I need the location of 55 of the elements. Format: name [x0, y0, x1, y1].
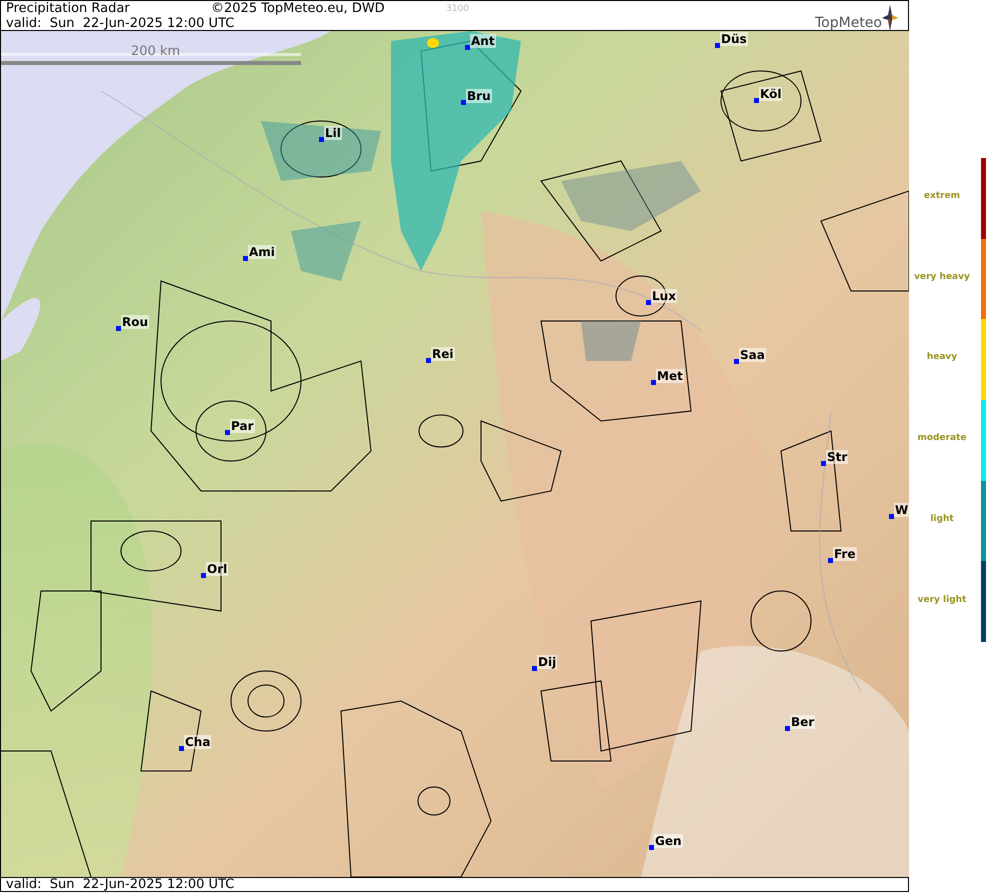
city-label: Fre — [833, 547, 856, 561]
legend-label: very light — [916, 594, 968, 604]
valid-time: valid: Sun 22-Jun-2025 12:00 UTC — [6, 16, 234, 31]
city-label: Orl — [206, 562, 228, 576]
city-label: Str — [826, 450, 848, 464]
city-marker-icon — [821, 461, 826, 466]
copyright-text: ©2025 TopMeteo.eu, DWD — [211, 1, 386, 16]
city-marker-icon — [715, 43, 720, 48]
city-marker-icon — [426, 358, 431, 363]
city-marker-icon — [828, 558, 833, 563]
city-label: Par — [230, 419, 254, 433]
city-label: Dij — [537, 655, 558, 669]
city-marker-icon — [649, 845, 654, 850]
scale-bar-icon — [1, 61, 301, 65]
city-marker-icon — [785, 726, 790, 731]
city-label: Gen — [654, 834, 683, 848]
legend-label: heavy — [926, 352, 958, 362]
legend-label: light — [929, 514, 955, 524]
city-marker-icon — [179, 746, 184, 751]
legend-label: moderate — [916, 433, 968, 444]
city-marker-icon — [754, 98, 759, 103]
city-label: Ber — [790, 715, 816, 729]
city-label: Rei — [431, 347, 454, 361]
city-label: Ami — [248, 245, 276, 259]
city-label: Rou — [121, 315, 150, 329]
city-label: W — [894, 503, 909, 517]
city-marker-icon — [734, 359, 739, 364]
city-label: Köl — [759, 87, 782, 101]
city-marker-icon — [889, 514, 894, 519]
legend-label: extrem — [922, 191, 962, 201]
city-marker-icon — [651, 380, 656, 385]
city-marker-icon — [201, 573, 206, 578]
city-label: Lux — [651, 289, 677, 303]
city-label: Düs — [720, 32, 748, 46]
code-label: 3100 — [446, 4, 469, 14]
city-label: Ant — [470, 34, 496, 48]
city-label: Met — [656, 369, 684, 383]
logo-text: TopMeteo — [815, 15, 882, 31]
city-marker-icon — [243, 256, 248, 261]
compass-star-icon — [882, 5, 898, 31]
valid-time: valid: Sun 22-Jun-2025 12:00 UTC — [6, 877, 234, 892]
city-label: Saa — [739, 348, 766, 362]
city-marker-icon — [319, 137, 324, 142]
city-label: Cha — [184, 735, 212, 749]
city-marker-icon — [465, 45, 470, 50]
city-marker-icon — [646, 300, 651, 305]
city-marker-icon — [461, 100, 466, 105]
scale-label: 200 km — [131, 45, 180, 59]
city-marker-icon — [116, 326, 121, 331]
city-marker-icon — [225, 430, 230, 435]
chart-title: Precipitation Radar — [6, 1, 131, 16]
city-marker-icon — [532, 666, 537, 671]
legend-label: very heavy — [913, 272, 971, 282]
city-label: Bru — [466, 89, 492, 103]
city-label: Lil — [324, 126, 342, 140]
